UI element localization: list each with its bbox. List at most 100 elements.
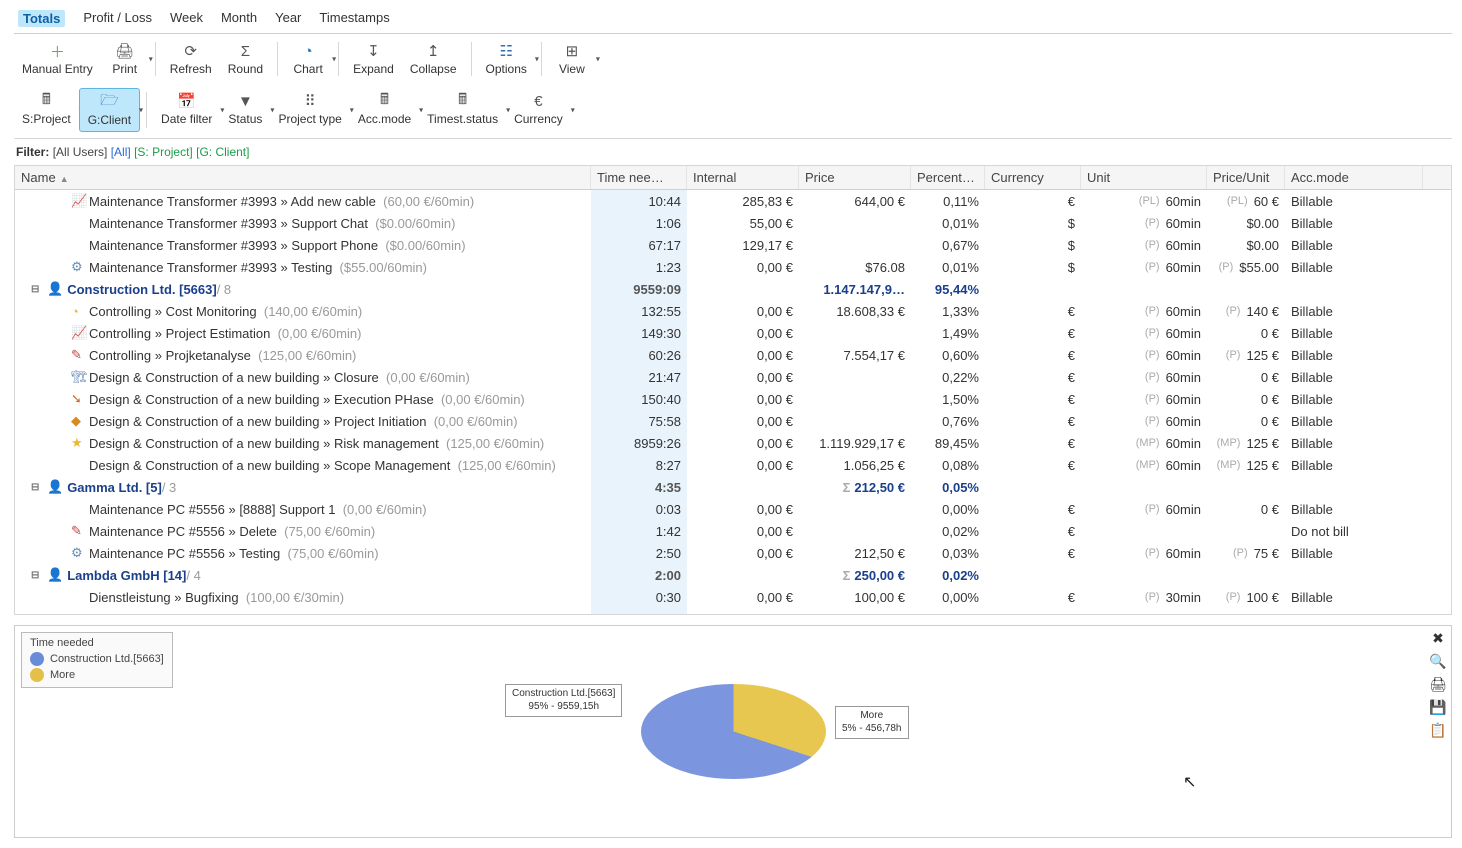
options-button[interactable]: ☷Options▾ [478,38,535,80]
table-row[interactable]: ★Design & Construction of a new building… [15,432,1451,454]
cell-price: 1.119.929,17 € [799,432,911,454]
cell-price-unit [1207,520,1285,542]
table-row[interactable]: Maintenance PC #5556 » [8888] Support 1 … [15,498,1451,520]
collapse-icon[interactable]: ⊟ [31,570,45,581]
print-icon[interactable]: 🖨 [1429,676,1447,693]
group-row[interactable]: ⊟👤Construction Ltd. [5663] / 89559:091.1… [15,278,1451,300]
row-name: Maintenance Transformer #3993 » Support … [89,238,378,253]
row-rate: (75,00 €/60min) [284,524,375,539]
cell-time: 9559:09 [591,278,687,300]
col-name[interactable]: Name▲ [15,166,591,189]
cell-price-unit: (MP)125 € [1207,454,1285,476]
cell-acc-mode: Billable [1285,454,1423,476]
g-client-button[interactable]: 🗁G:Client▾ [79,88,140,132]
filter-all[interactable]: [All] [111,145,131,159]
currency-button[interactable]: €Currency▾ [506,88,571,132]
grid-header[interactable]: Name▲ Time nee… Internal Price Percenta…… [15,166,1451,190]
date-filter-button[interactable]: 📅Date filter▾ [153,88,220,132]
menu-year[interactable]: Year [275,10,301,27]
dropdown-icon: ▾ [596,55,600,64]
status-button[interactable]: ▼Status▾ [220,88,270,132]
manual-entry-button[interactable]: ＋Manual Entry [14,38,101,80]
close-icon[interactable]: ✖ [1429,630,1447,647]
col-price[interactable]: Price [799,166,911,189]
table-row[interactable]: ⚙Maintenance PC #5556 » Testing (75,00 €… [15,542,1451,564]
col-acc-mode[interactable]: Acc.mode [1285,166,1423,189]
col-percentage[interactable]: Percenta… [911,166,985,189]
collapse-icon[interactable]: ⊟ [31,284,45,295]
save-icon[interactable]: 💾 [1429,699,1447,716]
table-row[interactable]: ◆Design & Construction of a new building… [15,410,1451,432]
cell-currency [985,476,1081,498]
view-button[interactable]: ⊞View▾ [548,38,596,80]
col-currency[interactable]: Currency [985,166,1081,189]
table-row[interactable]: Maintenance Transformer #3993 » Support … [15,234,1451,256]
table-row[interactable]: ◔Controlling » Cost Monitoring (140,00 €… [15,300,1451,322]
menu-profit-loss[interactable]: Profit / Loss [83,10,152,27]
row-rate: (75,00 €/60min) [288,546,379,561]
zoom-icon[interactable]: 🔍 [1429,653,1447,670]
refresh-button[interactable]: ⟳Refresh [162,38,220,80]
cell-time: 10:44 [591,190,687,212]
chart-panel: Time needed Construction Ltd.[5663] More… [14,625,1452,838]
cell-unit: (P)60min [1081,608,1207,614]
cell-time: 1:06 [591,212,687,234]
row-name: Controlling » Cost Monitoring [89,304,257,319]
col-internal[interactable]: Internal [687,166,799,189]
row-rate: (0,00 €/60min) [434,414,518,429]
print-icon: 🖨 [115,42,134,60]
cell-currency: € [985,432,1081,454]
print-button[interactable]: 🖨Print▾ [101,38,149,80]
menu-week[interactable]: Week [170,10,203,27]
chart-button[interactable]: ◔Chart▾ [284,38,332,80]
col-price-unit[interactable]: Price/Unit [1207,166,1285,189]
table-row[interactable]: 🏗Design & Construction of a new building… [15,366,1451,388]
cell-internal: 55,00 € [687,212,799,234]
filter-sproject[interactable]: [S: Project] [134,145,193,159]
col-unit[interactable]: Unit [1081,166,1207,189]
cell-acc-mode: Billable [1285,322,1423,344]
expand-button[interactable]: ↧Expand [345,38,402,80]
menu-month[interactable]: Month [221,10,257,27]
menu-totals[interactable]: Totals [18,10,65,27]
collapse-button[interactable]: ↥Collapse [402,38,465,80]
grid-body[interactable]: 📈Maintenance Transformer #3993 » Add new… [15,190,1451,614]
group-row[interactable]: ⊟👤Lambda GmbH [14] / 42:00Σ250,00 €0,02% [15,564,1451,586]
cell-currency: € [985,454,1081,476]
table-row[interactable]: Maintenance Transformer #3993 » Support … [15,212,1451,234]
cell-internal: 0,00 € [687,388,799,410]
collapse-icon[interactable]: ⊟ [31,482,45,493]
cell-price: 1.147.147,9… [799,278,911,300]
row-rate: (125,00 €/60min) [446,436,544,451]
round-button[interactable]: ΣRound [220,38,271,80]
cell-internal: 0,00 € [687,366,799,388]
timest-status-button[interactable]: 🖩Timest.status▾ [419,88,506,132]
table-row[interactable]: ➘Design & Construction of a new building… [15,388,1451,410]
cell-unit: (P)60min [1081,256,1207,278]
cell-currency: € [985,520,1081,542]
table-row[interactable]: Dienstleistung » Kostenanalyse (100,00 €… [15,608,1451,614]
table-row[interactable]: ✎Maintenance PC #5556 » Delete (75,00 €/… [15,520,1451,542]
table-row[interactable]: 📈Maintenance Transformer #3993 » Add new… [15,190,1451,212]
row-icon: ⚙ [71,545,89,561]
table-row[interactable]: ⚙Maintenance Transformer #3993 » Testing… [15,256,1451,278]
cell-unit: (MP)60min [1081,432,1207,454]
filter-gclient[interactable]: [G: Client] [196,145,249,159]
menu-timestamps[interactable]: Timestamps [319,10,389,27]
copy-icon[interactable]: 📋 [1429,722,1447,739]
table-row[interactable]: 📈Controlling » Project Estimation (0,00 … [15,322,1451,344]
cell-time: 2:00 [591,564,687,586]
group-row[interactable]: ⊟👤Gamma Ltd. [5] / 34:35Σ212,50 €0,05% [15,476,1451,498]
col-time[interactable]: Time nee… [591,166,687,189]
acc-mode-button[interactable]: 🖩Acc.mode▾ [350,88,419,132]
filter-users[interactable]: [All Users] [53,145,108,159]
s-project-button[interactable]: 🖩S:Project▾ [14,88,79,132]
table-row[interactable]: Design & Construction of a new building … [15,454,1451,476]
pie-chart[interactable] [641,684,826,779]
group-count: / 4 [186,568,200,583]
project-type-button[interactable]: ⠿Project type▾ [270,88,349,132]
table-row[interactable]: Dienstleistung » Bugfixing (100,00 €/30m… [15,586,1451,608]
cell-acc-mode [1285,564,1423,586]
table-row[interactable]: ✎Controlling » Projketanalyse (125,00 €/… [15,344,1451,366]
cell-acc-mode: Billable [1285,498,1423,520]
